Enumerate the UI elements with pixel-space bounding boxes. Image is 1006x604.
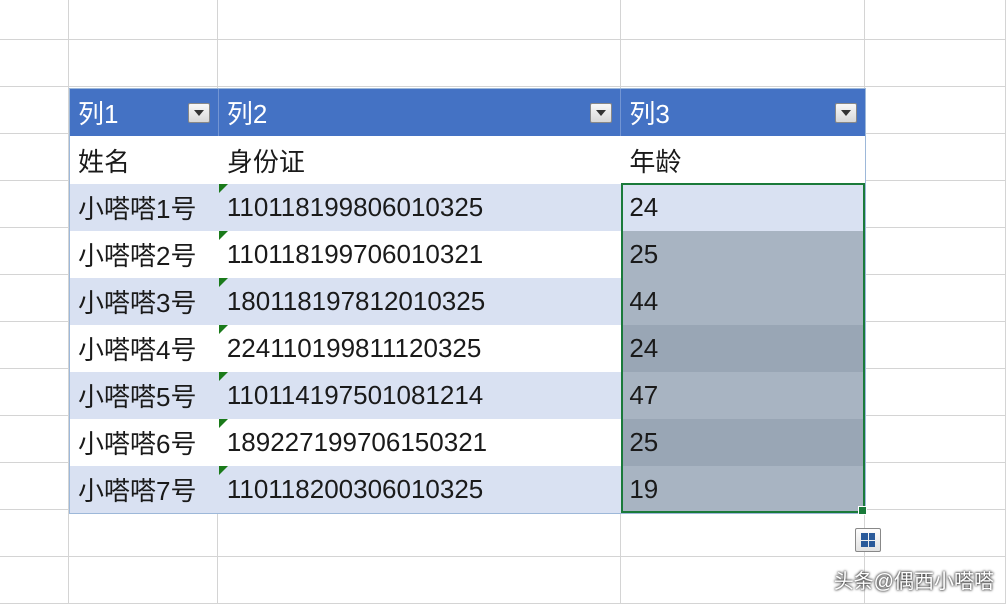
cell-name[interactable]: 小嗒嗒4号 bbox=[70, 325, 219, 372]
table-row: 小嗒嗒3号 180118197812010325 44 bbox=[70, 278, 865, 325]
table-body: 小嗒嗒1号 110118199806010325 24 小嗒嗒2号 110118… bbox=[70, 184, 865, 513]
header-label: 列1 bbox=[78, 94, 188, 131]
cell-id[interactable]: 180118197812010325 bbox=[219, 278, 621, 325]
table-subheader-row: 姓名 身份证 年龄 bbox=[70, 136, 865, 184]
filter-dropdown-icon[interactable] bbox=[590, 103, 612, 123]
cell-age[interactable]: 25 bbox=[621, 231, 865, 278]
table-row: 小嗒嗒2号 110118199706010321 25 bbox=[70, 231, 865, 278]
table-header-col2[interactable]: 列2 bbox=[219, 89, 621, 136]
table-row: 小嗒嗒7号 110118200306010325 19 bbox=[70, 466, 865, 513]
cell-id[interactable]: 110118200306010325 bbox=[219, 466, 621, 513]
table-row: 小嗒嗒5号 110114197501081214 47 bbox=[70, 372, 865, 419]
subheader-name[interactable]: 姓名 bbox=[70, 136, 219, 184]
subheader-age[interactable]: 年龄 bbox=[621, 136, 865, 184]
cell-name[interactable]: 小嗒嗒7号 bbox=[70, 466, 219, 513]
cell-age[interactable]: 24 bbox=[621, 325, 865, 372]
excel-table[interactable]: 列1 列2 列3 姓名 身份证 年龄 小嗒嗒1号 110118199806010… bbox=[69, 88, 866, 514]
autofill-options-button[interactable] bbox=[855, 528, 881, 552]
cell-id[interactable]: 110118199806010325 bbox=[219, 184, 621, 231]
filter-dropdown-icon[interactable] bbox=[835, 103, 857, 123]
cell-id[interactable]: 110114197501081214 bbox=[219, 372, 621, 419]
cell-name[interactable]: 小嗒嗒6号 bbox=[70, 419, 219, 466]
table-header-col3[interactable]: 列3 bbox=[621, 89, 865, 136]
header-label: 列3 bbox=[629, 94, 835, 131]
table-header-col1[interactable]: 列1 bbox=[70, 89, 219, 136]
cell-age[interactable]: 24 bbox=[621, 184, 865, 231]
cell-id[interactable]: 110118199706010321 bbox=[219, 231, 621, 278]
cell-name[interactable]: 小嗒嗒5号 bbox=[70, 372, 219, 419]
table-row: 小嗒嗒4号 224110199811120325 24 bbox=[70, 325, 865, 372]
cell-id[interactable]: 224110199811120325 bbox=[219, 325, 621, 372]
watermark-text: 头条@偶西小嗒嗒 bbox=[834, 565, 994, 594]
cell-id[interactable]: 189227199706150321 bbox=[219, 419, 621, 466]
cell-age[interactable]: 47 bbox=[621, 372, 865, 419]
table-row: 小嗒嗒1号 110118199806010325 24 bbox=[70, 184, 865, 231]
cell-name[interactable]: 小嗒嗒1号 bbox=[70, 184, 219, 231]
table-header-row: 列1 列2 列3 bbox=[70, 89, 865, 136]
cell-age[interactable]: 44 bbox=[621, 278, 865, 325]
table-row: 小嗒嗒6号 189227199706150321 25 bbox=[70, 419, 865, 466]
cell-age[interactable]: 19 bbox=[621, 466, 865, 513]
cell-age[interactable]: 25 bbox=[621, 419, 865, 466]
cell-name[interactable]: 小嗒嗒3号 bbox=[70, 278, 219, 325]
cell-name[interactable]: 小嗒嗒2号 bbox=[70, 231, 219, 278]
filter-dropdown-icon[interactable] bbox=[188, 103, 210, 123]
autofill-icon bbox=[861, 533, 875, 547]
subheader-id[interactable]: 身份证 bbox=[219, 136, 621, 184]
header-label: 列2 bbox=[227, 94, 590, 131]
